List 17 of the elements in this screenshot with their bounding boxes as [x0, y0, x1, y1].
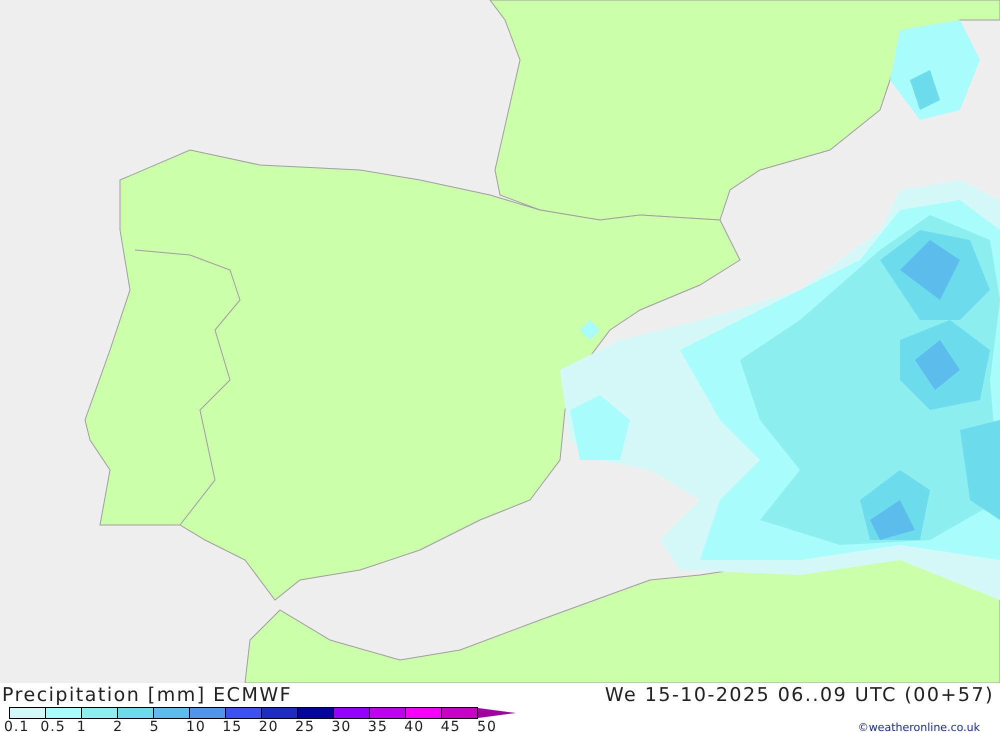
- legend-label: 45: [440, 719, 462, 733]
- legend-label: 40: [404, 719, 426, 733]
- legend-label: 30: [332, 719, 352, 733]
- valid-time: We 15-10-2025 06..09 UTC (00+57): [604, 684, 994, 706]
- legend-label: 1: [76, 719, 88, 733]
- credit-link[interactable]: ©weatheronline.co.uk: [858, 721, 980, 733]
- legend-label: 15: [222, 719, 244, 733]
- legend-label: 25: [295, 719, 316, 733]
- legend-label: 10: [186, 719, 207, 733]
- legend-label: 20: [258, 719, 280, 733]
- legend-label: 2: [113, 719, 124, 733]
- legend-label: 5: [150, 719, 160, 733]
- legend-label: 0.1: [4, 719, 30, 733]
- legend-label: 50: [477, 719, 498, 733]
- legend-label: 0.5: [40, 719, 67, 733]
- map-title: Precipitation [mm] ECMWF: [2, 684, 292, 706]
- legend-label: 35: [368, 719, 389, 733]
